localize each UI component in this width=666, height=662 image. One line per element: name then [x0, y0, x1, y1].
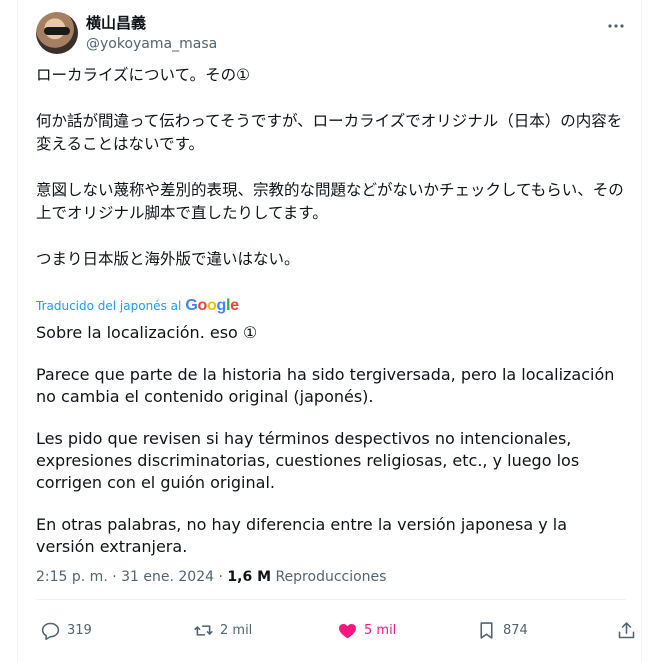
es-paragraph: Parece que parte de la historia ha sido …	[36, 365, 615, 406]
jp-paragraph: 何か話が間違って伝わってそうですが、ローカライズでオリジナル（日本）の内容を変え…	[36, 112, 623, 153]
es-paragraph: Sobre la localización. eso ①	[36, 323, 258, 342]
more-options-icon[interactable]	[606, 16, 626, 36]
reply-count: 319	[67, 622, 92, 638]
meta-separator: ·	[218, 569, 223, 585]
tweet-text-original: ローカライズについて。その① 何か話が間違って伝わってそうですが、ローカライズで…	[36, 64, 626, 271]
retweet-icon	[194, 624, 213, 636]
display-name[interactable]: 横山昌義	[86, 14, 146, 32]
share-button[interactable]	[616, 612, 637, 648]
tweet-time[interactable]: 2:15 p. m.	[36, 569, 108, 585]
es-paragraph: En otras palabras, no hay diferencia ent…	[36, 515, 568, 556]
bookmark-button[interactable]: 874	[476, 612, 528, 648]
user-handle[interactable]: @yokoyama_masa	[86, 35, 217, 53]
avatar-glasses	[44, 27, 70, 35]
tweet-text-translated: Sobre la localización. eso ① Parece que …	[36, 322, 626, 558]
tweet-date[interactable]: 31 ene. 2024	[121, 569, 214, 585]
jp-paragraph: ローカライズについて。その①	[36, 66, 251, 84]
reply-button[interactable]: 319	[40, 612, 92, 648]
retweet-button[interactable]: 2 mil	[193, 612, 252, 648]
google-logo: Google	[185, 297, 239, 314]
bookmark-count: 874	[503, 622, 528, 638]
translation-label: Traducido del japonés al	[36, 299, 182, 313]
heart-icon	[339, 623, 356, 638]
translation-attribution[interactable]: Traducido del japonés al Google	[36, 297, 239, 315]
reply-icon	[41, 622, 60, 640]
bookmark-icon	[480, 621, 493, 639]
tweet-card: 横山昌義 @yokoyama_masa ローカライズについて。その① 何か話が間…	[17, 0, 642, 662]
jp-paragraph: 意図しない蔑称や差別的表現、宗教的な問題などがないかチェックしてもらい、その上で…	[36, 181, 624, 222]
like-button[interactable]: 5 mil	[337, 612, 396, 648]
es-paragraph: Les pido que revisen si hay términos des…	[36, 429, 580, 492]
divider	[36, 599, 626, 600]
views-count: 1,6 M	[227, 569, 271, 585]
like-count: 5 mil	[364, 622, 397, 638]
share-icon	[618, 621, 635, 638]
jp-paragraph: つまり日本版と海外版で違いはない。	[36, 250, 300, 268]
retweet-count: 2 mil	[220, 622, 253, 638]
action-bar: 319 2 mil 5 mil 874	[36, 612, 635, 648]
tweet-header: 横山昌義 @yokoyama_masa	[36, 12, 626, 58]
meta-separator: ·	[112, 569, 117, 585]
avatar[interactable]	[36, 12, 78, 54]
tweet-meta: 2:15 p. m. · 31 ene. 2024 · 1,6 M Reprod…	[36, 569, 386, 585]
views-label: Reproducciones	[275, 569, 387, 585]
